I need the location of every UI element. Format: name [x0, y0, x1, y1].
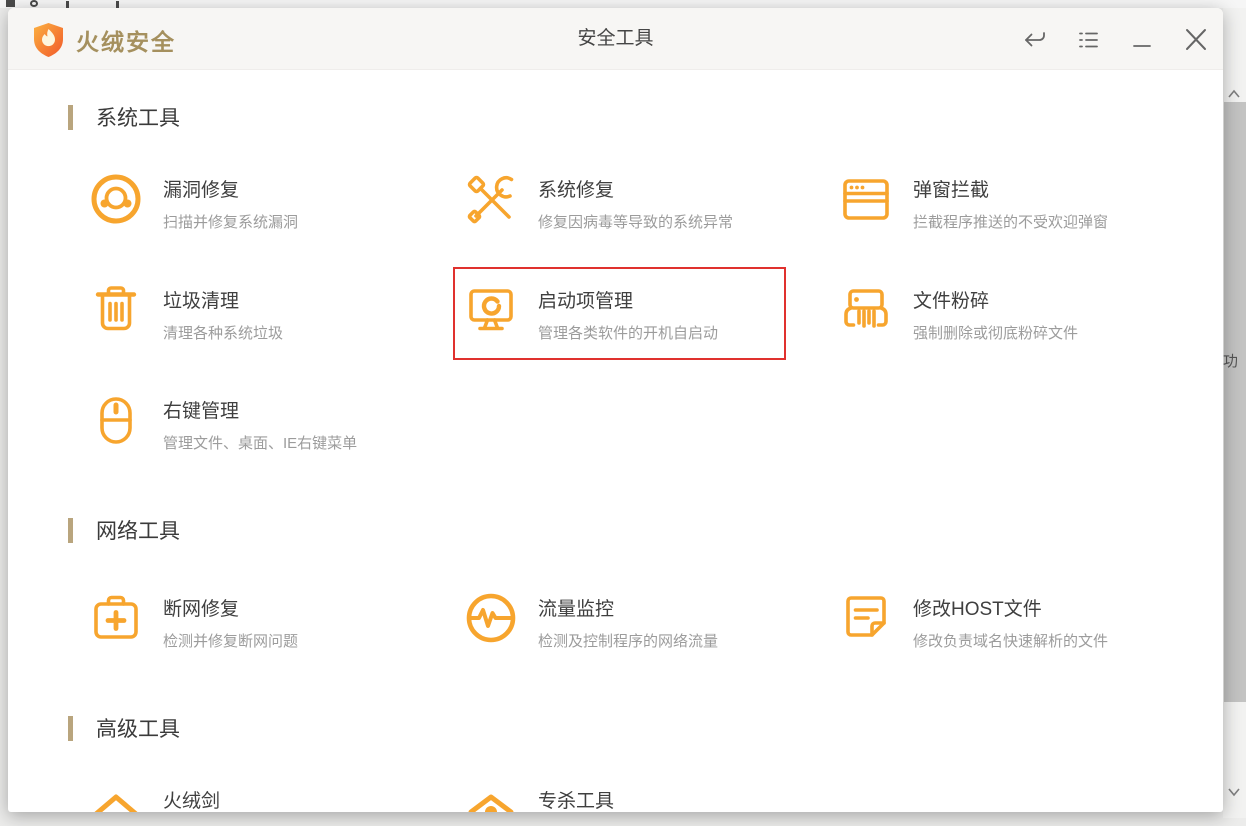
document-icon	[838, 590, 894, 646]
mouse-icon	[88, 392, 144, 448]
tool-startup-manager[interactable]: 启动项管理 管理各类软件的开机自启动	[463, 282, 813, 343]
system-repair-icon	[463, 171, 519, 227]
tool-title: 弹窗拦截	[913, 175, 1108, 202]
tool-junk-clean[interactable]: 垃圾清理 清理各种系统垃圾	[88, 282, 438, 343]
trash-icon	[88, 282, 144, 338]
section-title: 网络工具	[96, 515, 180, 545]
background-window-edge	[0, 0, 1246, 8]
tool-popup-block[interactable]: 弹窗拦截 拦截程序推送的不受欢迎弹窗	[838, 171, 1188, 232]
tool-special-kill[interactable]: 专杀工具	[463, 782, 813, 812]
background-artifact	[116, 1, 119, 8]
shredder-icon	[838, 282, 894, 338]
tool-title: 系统修复	[538, 175, 733, 202]
section-title: 高级工具	[96, 713, 180, 743]
tool-vulnerability-fix[interactable]: 漏洞修复 扫描并修复系统漏洞	[88, 171, 438, 232]
tool-desc: 拦截程序推送的不受欢迎弹窗	[913, 211, 1108, 232]
tool-desc: 修改负责域名快速解析的文件	[913, 630, 1108, 651]
app-logo: 火绒安全	[32, 22, 176, 58]
tool-title: 专杀工具	[538, 786, 614, 812]
background-artifact	[6, 0, 15, 7]
tool-desc: 管理文件、桌面、IE右键菜单	[163, 432, 357, 453]
shield-flame-icon	[32, 22, 65, 58]
tool-title: 右键管理	[163, 396, 357, 423]
tool-file-shredder[interactable]: 文件粉碎 强制删除或彻底粉碎文件	[838, 282, 1188, 343]
shield-kill-icon	[463, 782, 519, 812]
tool-desc: 强制删除或彻底粉碎文件	[913, 322, 1078, 343]
tool-system-repair[interactable]: 系统修复 修复因病毒等导致的系统异常	[463, 171, 813, 232]
tool-title: 流量监控	[538, 594, 718, 621]
tool-title: 垃圾清理	[163, 286, 283, 313]
scrollbar-thumb[interactable]	[1224, 102, 1246, 702]
tool-huorong-sword[interactable]: 火绒剑	[88, 782, 438, 812]
tool-desc: 清理各种系统垃圾	[163, 322, 283, 343]
tool-desc: 检测并修复断网问题	[163, 630, 298, 651]
desktop-background: 功 火绒安全 安全工具	[0, 0, 1246, 826]
tool-title: 火绒剑	[163, 786, 220, 812]
undo-back-icon[interactable]	[1017, 26, 1051, 54]
background-artifact-text: 功	[1223, 350, 1237, 371]
tool-host-file[interactable]: 修改HOST文件 修改负责域名快速解析的文件	[838, 590, 1188, 651]
section-header-advanced-tools: 高级工具	[68, 713, 180, 743]
section-accent-bar	[68, 716, 73, 741]
first-aid-icon	[88, 590, 144, 646]
tool-desc: 检测及控制程序的网络流量	[538, 630, 718, 651]
tool-title: 修改HOST文件	[913, 594, 1108, 621]
tool-desc: 修复因病毒等导致的系统异常	[538, 211, 733, 232]
brand-name: 火绒安全	[76, 23, 176, 57]
vulnerability-fix-icon	[88, 171, 144, 227]
section-accent-bar	[68, 518, 73, 543]
chevron-down-icon[interactable]	[1227, 784, 1241, 802]
tool-title: 启动项管理	[538, 286, 718, 313]
tool-desc: 扫描并修复系统漏洞	[163, 211, 298, 232]
minimize-icon[interactable]	[1125, 26, 1159, 54]
tool-traffic-monitor[interactable]: 流量监控 检测及控制程序的网络流量	[463, 590, 813, 651]
tool-network-repair[interactable]: 断网修复 检测并修复断网问题	[88, 590, 438, 651]
background-artifact	[30, 0, 38, 7]
section-header-network-tools: 网络工具	[68, 515, 180, 545]
section-accent-bar	[68, 105, 73, 130]
tool-title: 漏洞修复	[163, 175, 298, 202]
background-artifact	[66, 1, 69, 8]
tool-title: 断网修复	[163, 594, 298, 621]
tool-desc: 管理各类软件的开机自启动	[538, 322, 718, 343]
section-title: 系统工具	[96, 102, 180, 132]
tool-title: 文件粉碎	[913, 286, 1078, 313]
popup-block-icon	[838, 171, 894, 227]
startup-monitor-icon	[463, 282, 519, 338]
tool-context-menu[interactable]: 右键管理 管理文件、桌面、IE右键菜单	[88, 392, 438, 453]
app-window: 火绒安全 安全工具	[8, 8, 1223, 812]
list-menu-icon[interactable]	[1071, 26, 1105, 54]
shield-sword-icon	[88, 782, 144, 812]
close-icon[interactable]	[1179, 26, 1213, 54]
background-scrollbar: 功	[1223, 8, 1246, 818]
titlebar: 火绒安全 安全工具	[8, 8, 1223, 70]
section-header-system-tools: 系统工具	[68, 102, 180, 132]
pulse-icon	[463, 590, 519, 646]
